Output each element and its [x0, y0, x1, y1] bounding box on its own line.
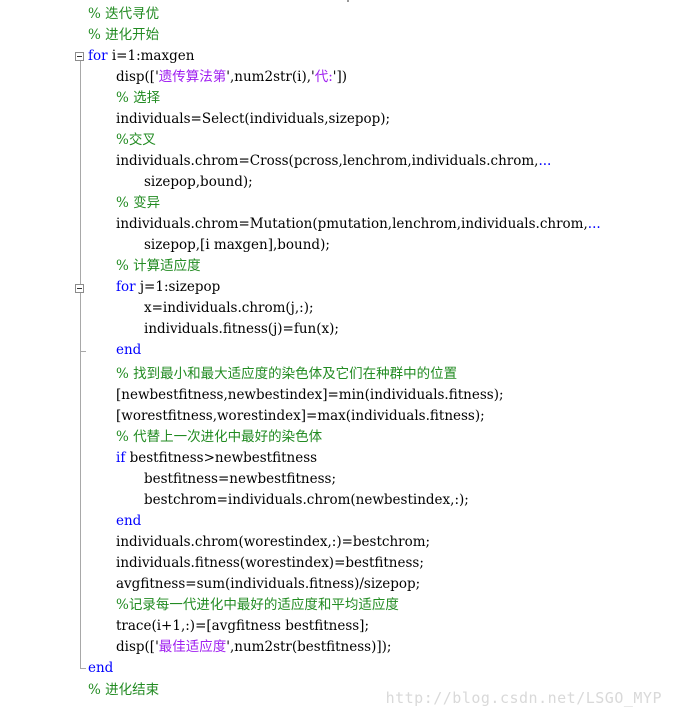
- code-text: disp([': [116, 639, 159, 655]
- code-line[interactable]: %记录每一代进化中最好的适应度和平均适应度: [116, 595, 399, 616]
- code-line[interactable]: individuals.chrom=Mutation(pmutation,len…: [116, 214, 601, 235]
- fold-end-marker: [80, 668, 86, 669]
- code-line[interactable]: sizepop,[i maxgen],bound);: [144, 235, 330, 256]
- code-line[interactable]: x=individuals.chrom(j,:);: [144, 298, 314, 319]
- code-text: i=1:maxgen: [107, 48, 195, 64]
- code-line[interactable]: bestchrom=individuals.chrom(newbestindex…: [144, 490, 469, 511]
- code-line[interactable]: disp(['遗传算法第',num2str(i),'代:']): [116, 67, 347, 88]
- code-line[interactable]: [worestfitness,worestindex]=max(individu…: [116, 406, 485, 427]
- code-line[interactable]: individuals.chrom(worestindex,:)=bestchr…: [116, 532, 430, 553]
- code-text: disp([': [116, 69, 159, 85]
- line-continuation: ...: [538, 153, 552, 169]
- line-continuation: ...: [587, 216, 601, 232]
- code-line[interactable]: % 计算适应度: [116, 256, 201, 277]
- code-line[interactable]: %交叉: [116, 130, 156, 151]
- code-editor[interactable]: % 迭代寻优 % 进化开始 for i=1:maxgen disp(['遗传算法…: [0, 0, 674, 713]
- code-line[interactable]: % 进化开始: [88, 25, 159, 46]
- string-literal: 代:: [314, 69, 333, 85]
- code-line[interactable]: % 进化结束: [88, 680, 159, 701]
- code-line[interactable]: avgfitness=sum(individuals.fitness)/size…: [116, 574, 420, 595]
- string-literal: 最佳适应度: [158, 639, 227, 655]
- code-line[interactable]: % 迭代寻优: [88, 4, 159, 25]
- watermark-text: http://blog.csdn.net/LSGO_MYP: [385, 689, 662, 707]
- code-text: j=1:sizepop: [135, 279, 221, 295]
- code-text: bestfitness>newbestfitness: [125, 450, 318, 466]
- code-text: ',num2str(i),': [226, 69, 315, 85]
- code-line[interactable]: % 找到最小和最大适应度的染色体及它们在种群中的位置: [116, 364, 457, 385]
- keyword: if: [116, 450, 126, 466]
- code-text: ']): [332, 69, 348, 85]
- code-line[interactable]: end: [116, 340, 141, 361]
- code-line[interactable]: for j=1:sizepop: [116, 277, 220, 298]
- code-line[interactable]: sizepop,bound);: [144, 172, 253, 193]
- code-line[interactable]: [newbestfitness,newbestindex]=min(indivi…: [116, 385, 504, 406]
- code-line[interactable]: individuals.chrom=Cross(pcross,lenchrom,…: [116, 151, 551, 172]
- string-literal: 遗传算法第: [158, 69, 227, 85]
- fold-toggle-icon[interactable]: [75, 52, 84, 61]
- code-text: ',num2str(bestfitness)]);: [226, 639, 392, 655]
- code-line[interactable]: % 代替上一次进化中最好的染色体: [116, 427, 322, 448]
- code-line[interactable]: end: [116, 511, 141, 532]
- fold-end-marker: [80, 351, 86, 352]
- code-line[interactable]: individuals=Select(individuals,sizepop);: [116, 109, 390, 130]
- fold-toggle-icon[interactable]: [75, 284, 84, 293]
- code-line[interactable]: if bestfitness>newbestfitness: [116, 448, 317, 469]
- stray-dot: [347, 0, 349, 2]
- code-line[interactable]: end: [88, 658, 113, 679]
- code-line[interactable]: disp(['最佳适应度',num2str(bestfitness)]);: [116, 637, 391, 658]
- code-text: individuals.chrom=Mutation(pmutation,len…: [116, 216, 588, 232]
- code-line[interactable]: trace(i+1,:)=[avgfitness bestfitness];: [116, 616, 369, 637]
- keyword: for: [88, 48, 108, 64]
- code-line[interactable]: % 选择: [116, 88, 160, 109]
- keyword: for: [116, 279, 136, 295]
- code-line[interactable]: individuals.fitness(worestindex)=bestfit…: [116, 553, 424, 574]
- code-line[interactable]: for i=1:maxgen: [88, 46, 194, 67]
- code-line[interactable]: individuals.fitness(j)=fun(x);: [144, 319, 339, 340]
- code-line[interactable]: % 变异: [116, 193, 160, 214]
- fold-guide: [80, 61, 81, 668]
- code-text: individuals.chrom=Cross(pcross,lenchrom,…: [116, 153, 539, 169]
- code-line[interactable]: bestfitness=newbestfitness;: [144, 469, 336, 490]
